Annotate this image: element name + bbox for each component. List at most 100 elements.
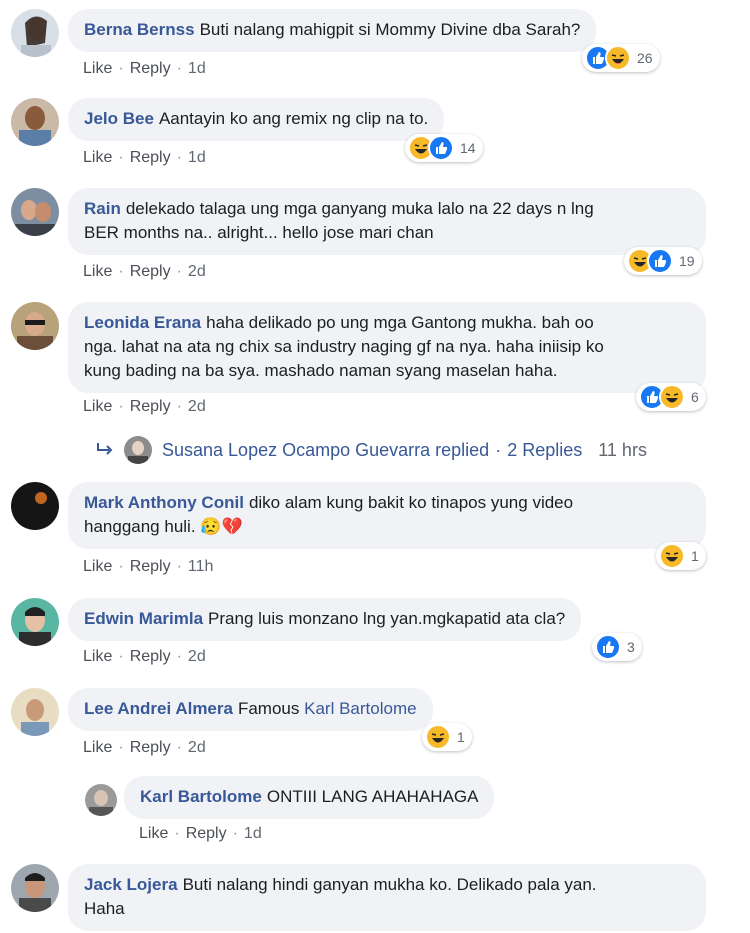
reply-link[interactable]: Reply [130,648,171,665]
comment-actions: Like · Reply · 2d [83,398,206,415]
emoji-text: 😥💔 [200,517,243,536]
replies-count[interactable]: 2 Replies [507,440,582,461]
like-link[interactable]: Like [83,558,112,575]
reaction-count: 6 [691,389,699,405]
comment-author[interactable]: Lee Andrei Almera [84,699,233,718]
comment-author[interactable]: Edwin Marimla [84,609,203,628]
comment-bubble: Edwin Marimla Prang luis monzano lng yan.… [68,598,582,641]
comment-time[interactable]: 1d [244,825,262,842]
avatar[interactable] [11,188,59,236]
comment-time[interactable]: 1d [188,60,206,77]
avatar[interactable] [11,598,59,646]
comment-time[interactable]: 2d [188,648,206,665]
reply-link[interactable]: Reply [130,60,171,77]
comment-text: hanggang huli. [84,517,196,536]
comment-text: Haha [84,899,125,918]
comment-time[interactable]: 1d [188,149,206,166]
avatar[interactable] [85,784,117,816]
comment-text: nga. lahat na ata ng chix sa industry na… [84,337,604,356]
reply-link[interactable]: Reply [130,558,171,575]
view-replies-link[interactable]: Susana Lopez Ocampo Guevarra replied · 2… [96,436,647,464]
comment-author[interactable]: Berna Bernss [84,20,195,39]
haha-icon [659,543,685,569]
comment-actions: Like · Reply · 2d [83,739,206,756]
avatar[interactable] [11,688,59,736]
mention-link[interactable]: Karl Bartolome [304,699,416,718]
comment-text: Prang luis monzano lng yan.mgkapatid ata… [208,609,566,628]
like-link[interactable]: Like [83,149,112,166]
like-icon [647,248,673,274]
reaction-summary[interactable]: 3 [592,633,642,661]
reply-arrow-icon [96,440,114,461]
comment-author[interactable]: Jelo Bee [84,109,154,128]
haha-icon [659,384,685,410]
comment-actions: Like · Reply · 2d [83,263,206,280]
avatar[interactable] [11,98,59,146]
reaction-count: 14 [460,140,476,156]
haha-icon [605,45,631,71]
avatar[interactable] [11,864,59,912]
like-link[interactable]: Like [139,825,168,842]
reaction-summary[interactable]: 1 [656,542,706,570]
comment-bubble: Leonida Erana haha delikado po ung mga Ga… [68,302,706,393]
comment-text: delekado talaga ung mga ganyang muka lal… [125,199,594,218]
reaction-count: 26 [637,50,653,66]
comment-text: ONTIII LANG AHAHAHAGA [266,787,479,806]
comment-actions: Like · Reply · 11h [83,558,214,575]
reaction-summary[interactable]: 6 [636,383,706,411]
like-link[interactable]: Like [83,398,112,415]
reply-link[interactable]: Reply [130,739,171,756]
avatar[interactable] [11,9,59,57]
like-link[interactable]: Like [83,739,112,756]
comment-bubble: Berna Bernss Buti nalang mahigpit si Momm… [68,9,597,52]
reaction-count: 3 [627,639,635,655]
reaction-count: 1 [457,729,465,745]
comment-bubble: Jelo Bee Aantayin ko ang remix ng clip na… [68,98,445,141]
comment-bubble: Karl Bartolome ONTIII LANG AHAHAHAGA [124,776,495,819]
avatar[interactable] [11,302,59,350]
comment-time[interactable]: 11h [188,558,214,575]
comment-bubble: Rain delekado talaga ung mga ganyang muka… [68,188,706,255]
comment-time[interactable]: 2d [188,739,206,756]
reply-link[interactable]: Reply [130,263,171,280]
comment-bubble: Mark Anthony Conil diko alam kung bakit k… [68,482,706,549]
reaction-summary[interactable]: 19 [624,247,702,275]
comment-text: haha delikado po ung mga Gantong mukha. … [206,313,594,332]
reaction-count: 1 [691,548,699,564]
replied-time: 11 hrs [598,439,647,460]
comment-text: kung bading na ba sya. mashado naman sya… [84,361,558,380]
comment-text: Buti nalang hindi ganyan mukha ko. Delik… [182,875,597,894]
comment-author[interactable]: Mark Anthony Conil [84,493,244,512]
replied-name[interactable]: Susana Lopez Ocampo Guevarra replied [162,440,489,461]
comment-time[interactable]: 2d [188,263,206,280]
like-link[interactable]: Like [83,648,112,665]
reply-link[interactable]: Reply [130,149,171,166]
comment-bubble: Lee Andrei Almera Famous Karl Bartolome [68,688,433,731]
comment-author[interactable]: Karl Bartolome [140,787,262,806]
reply-link[interactable]: Reply [130,398,171,415]
comment-author[interactable]: Rain [84,199,121,218]
like-icon [595,634,621,660]
comment-text: Aantayin ko ang remix ng clip na to. [158,109,429,128]
like-link[interactable]: Like [83,263,112,280]
reaction-summary[interactable]: 26 [582,44,660,72]
comment-actions: Like · Reply · 1d [83,60,206,77]
comment-author[interactable]: Leonida Erana [84,313,201,332]
reply-link[interactable]: Reply [186,825,227,842]
comment-actions: Like · Reply · 1d [139,825,262,842]
comment-actions: Like · Reply · 2d [83,648,206,665]
comment-text: diko alam kung bakit ko tinapos yung vid… [248,493,574,512]
comment-author[interactable]: Jack Lojera [84,875,178,894]
comment-text: BER months na.. alright... hello jose ma… [84,223,434,242]
comment-text: Famous [237,699,300,718]
reaction-count: 19 [679,253,695,269]
like-link[interactable]: Like [83,60,112,77]
comment-time[interactable]: 2d [188,398,206,415]
haha-icon [425,724,451,750]
reaction-summary[interactable]: 1 [422,723,472,751]
avatar[interactable] [11,482,59,530]
comment-bubble: Jack Lojera Buti nalang hindi ganyan mukh… [68,864,706,931]
avatar[interactable] [124,436,152,464]
like-icon [428,135,454,161]
reaction-summary[interactable]: 14 [405,134,483,162]
